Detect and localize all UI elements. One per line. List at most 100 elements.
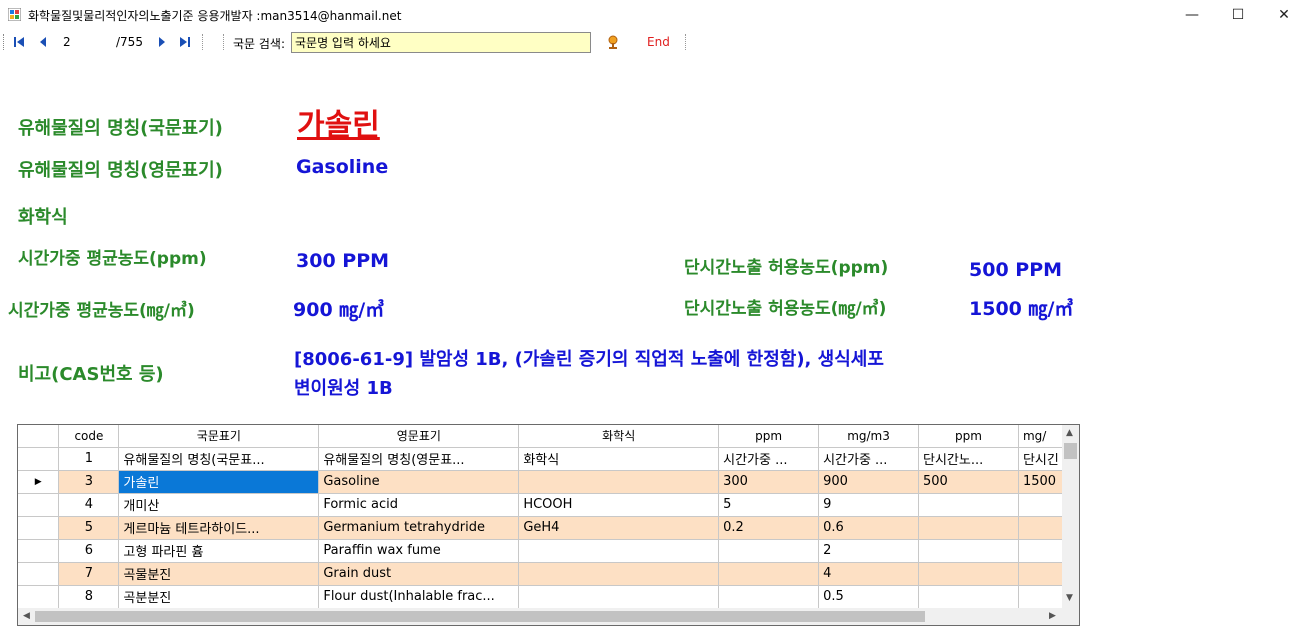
cell-code[interactable]: 3	[58, 470, 120, 494]
row-header[interactable]	[18, 493, 60, 517]
column-header[interactable]: ppm	[718, 425, 820, 448]
cell-en[interactable]: Gasoline	[318, 470, 520, 494]
grid-corner[interactable]	[18, 425, 60, 448]
column-header[interactable]: ppm	[918, 425, 1019, 448]
name-en-value: Gasoline	[296, 156, 389, 178]
cell-ppm2[interactable]	[918, 585, 1019, 609]
cell-kr[interactable]: 고형 파라핀 흄	[118, 539, 320, 563]
table-row[interactable]: 4 개미산 Formic acid HCOOH 5 9	[18, 493, 1079, 517]
column-header[interactable]: 영문표기	[318, 425, 520, 448]
cell-code[interactable]: 1	[58, 447, 120, 471]
cell-ppm2[interactable]	[918, 493, 1019, 517]
cell-en[interactable]: Paraffin wax fume	[318, 539, 520, 563]
horizontal-scroll-thumb[interactable]	[35, 611, 925, 622]
cell-en[interactable]: 유해물질의 명칭(영문표...	[318, 447, 520, 471]
cell-code[interactable]: 4	[58, 493, 120, 517]
table-row[interactable]: 8 곡분분진 Flour dust(Inhalable frac... 0.5	[18, 585, 1079, 609]
maximize-button[interactable]: ☐	[1215, 0, 1261, 30]
cell-kr[interactable]: 유해물질의 명칭(국문표...	[118, 447, 320, 471]
cell-kr[interactable]: 곡분분진	[118, 585, 320, 609]
cell-ppm[interactable]	[718, 562, 820, 586]
table-row[interactable]: 6 고형 파라핀 흄 Paraffin wax fume 2	[18, 539, 1079, 563]
vertical-scroll-thumb[interactable]	[1064, 443, 1077, 459]
remark-line2: 변이원성 1B	[294, 378, 393, 399]
record-total: /755	[116, 35, 143, 49]
column-header[interactable]: 국문표기	[118, 425, 320, 448]
cell-en[interactable]: Formic acid	[318, 493, 520, 517]
cell-ppm2[interactable]	[918, 539, 1019, 563]
end-button[interactable]: End	[647, 35, 670, 49]
cell-mg[interactable]: 시간가중 ...	[818, 447, 920, 471]
cell-formula[interactable]: 화학식	[518, 447, 720, 471]
cell-mg[interactable]: 9	[818, 493, 920, 517]
cell-en[interactable]: Grain dust	[318, 562, 520, 586]
cell-ppm2[interactable]	[918, 562, 1019, 586]
cell-formula[interactable]	[518, 539, 720, 563]
cell-kr[interactable]: 개미산	[118, 493, 320, 517]
cell-ppm2[interactable]	[918, 516, 1019, 540]
cell-formula[interactable]	[518, 562, 720, 586]
label-name-en: 유해물질의 명칭(영문표기)	[18, 160, 223, 181]
row-header[interactable]	[18, 562, 60, 586]
cell-code[interactable]: 6	[58, 539, 120, 563]
cell-code[interactable]: 5	[58, 516, 120, 540]
minimize-button[interactable]: —	[1169, 0, 1215, 30]
scroll-left-icon[interactable]: ◀	[23, 611, 30, 621]
toolbar-separator	[202, 34, 203, 50]
label-remark: 비고(CAS번호 등)	[18, 364, 164, 385]
scroll-right-icon[interactable]: ▶	[1049, 611, 1056, 621]
cell-kr[interactable]: 게르마늄 테트라하이드...	[118, 516, 320, 540]
close-button[interactable]: ✕	[1261, 0, 1307, 30]
cell-en[interactable]: Flour dust(Inhalable frac...	[318, 585, 520, 609]
column-header[interactable]: code	[58, 425, 120, 448]
horizontal-scrollbar[interactable]: ◀ ▶	[18, 608, 1079, 625]
table-row[interactable]: ▶ 3 가솔린 Gasoline 300 900 500 1500	[18, 470, 1079, 494]
prev-record-icon[interactable]	[35, 34, 51, 50]
remark-line1: [8006-61-9] 발암성 1B, (가솔린 증기의 직업적 노출에 한정함…	[294, 349, 884, 370]
search-input[interactable]	[291, 32, 591, 53]
label-name-kr: 유해물질의 명칭(국문표기)	[18, 118, 223, 139]
scroll-down-icon[interactable]: ▼	[1066, 593, 1073, 603]
row-header[interactable]	[18, 516, 60, 540]
scroll-up-icon[interactable]: ▲	[1066, 428, 1073, 438]
cell-mg[interactable]: 0.5	[818, 585, 920, 609]
cell-mg[interactable]: 900	[818, 470, 920, 494]
cell-mg[interactable]: 0.6	[818, 516, 920, 540]
cell-ppm[interactable]: 5	[718, 493, 820, 517]
table-row[interactable]: 1 유해물질의 명칭(국문표... 유해물질의 명칭(영문표... 화학식 시간…	[18, 447, 1079, 471]
cell-ppm[interactable]: 시간가중 ...	[718, 447, 820, 471]
toolbar-grip[interactable]	[3, 34, 6, 50]
cell-kr[interactable]: 가솔린	[118, 470, 320, 494]
row-header[interactable]	[18, 447, 60, 471]
first-record-icon[interactable]	[11, 34, 27, 50]
cell-kr[interactable]: 곡물분진	[118, 562, 320, 586]
last-record-icon[interactable]	[177, 34, 193, 50]
cell-mg[interactable]: 4	[818, 562, 920, 586]
cell-code[interactable]: 7	[58, 562, 120, 586]
cell-en[interactable]: Germanium tetrahydride	[318, 516, 520, 540]
cell-code[interactable]: 8	[58, 585, 120, 609]
cell-mg[interactable]: 2	[818, 539, 920, 563]
search-go-icon[interactable]	[605, 34, 621, 50]
data-grid[interactable]: code 국문표기 영문표기 화학식 ppm mg/m3 ppm mg/ 1 유…	[17, 424, 1080, 626]
row-header[interactable]	[18, 585, 60, 609]
cell-ppm2[interactable]: 500	[918, 470, 1019, 494]
cell-formula[interactable]	[518, 470, 720, 494]
cell-ppm[interactable]: 300	[718, 470, 820, 494]
record-position-input[interactable]	[61, 33, 113, 51]
table-row[interactable]: 5 게르마늄 테트라하이드... Germanium tetrahydride …	[18, 516, 1079, 540]
cell-ppm[interactable]: 0.2	[718, 516, 820, 540]
cell-formula[interactable]: GeH4	[518, 516, 720, 540]
cell-ppm[interactable]	[718, 539, 820, 563]
cell-ppm[interactable]	[718, 585, 820, 609]
column-header[interactable]: 화학식	[518, 425, 720, 448]
current-row-indicator[interactable]: ▶	[18, 470, 60, 494]
cell-ppm2[interactable]: 단시간노...	[918, 447, 1019, 471]
row-header[interactable]	[18, 539, 60, 563]
vertical-scrollbar[interactable]: ▲ ▼	[1062, 425, 1079, 608]
column-header[interactable]: mg/m3	[818, 425, 920, 448]
cell-formula[interactable]	[518, 585, 720, 609]
cell-formula[interactable]: HCOOH	[518, 493, 720, 517]
table-row[interactable]: 7 곡물분진 Grain dust 4	[18, 562, 1079, 586]
next-record-icon[interactable]	[154, 34, 170, 50]
